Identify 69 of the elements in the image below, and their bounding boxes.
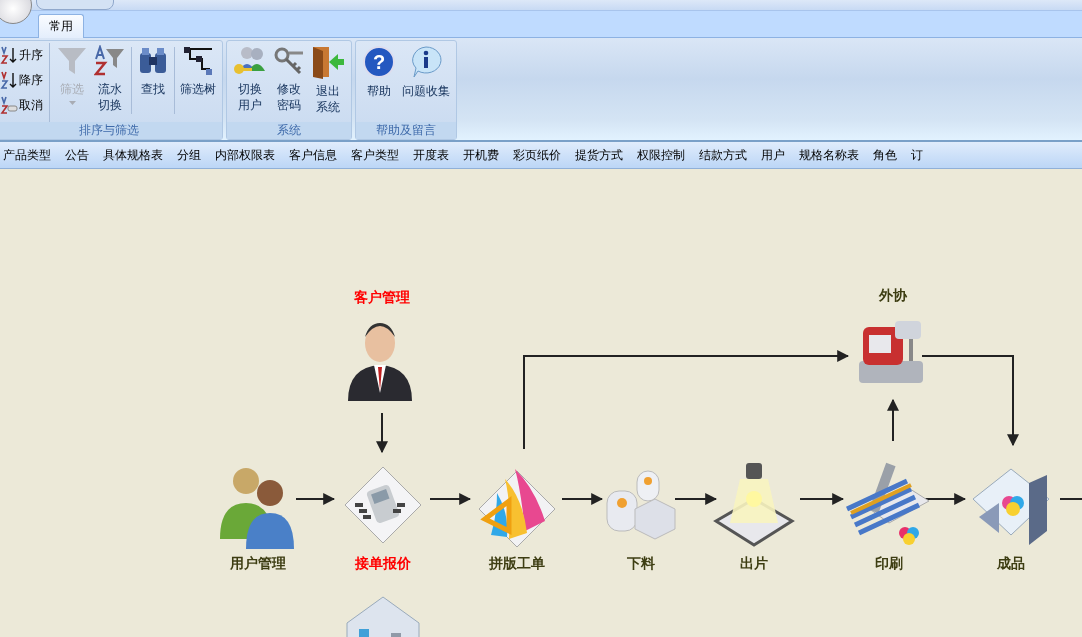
users-key-icon	[233, 45, 267, 77]
group-label: 帮助及留言	[356, 122, 456, 139]
paper-rolls-icon	[606, 470, 676, 540]
flow-arrow	[924, 493, 967, 505]
flow-arrow	[674, 493, 718, 505]
print-product-icon	[972, 468, 1050, 545]
menu-item[interactable]: 开机费	[460, 146, 510, 164]
group-label: 系统	[227, 122, 351, 139]
sort-clear-icon	[0, 96, 18, 114]
keys-icon	[273, 45, 305, 77]
bar-chart-icon	[346, 596, 420, 637]
menu-item[interactable]: 具体规格表	[100, 146, 174, 164]
exit-door-icon	[311, 45, 345, 79]
flow-arrow	[887, 398, 899, 442]
menu-item[interactable]: 客户信息	[286, 146, 348, 164]
layout-tools-icon	[478, 469, 556, 548]
ribbon-button[interactable]: ? 帮助	[359, 43, 399, 122]
node-label[interactable]: 外协	[879, 287, 907, 305]
ribbon-tab[interactable]: 常用	[38, 14, 84, 38]
sewing-machine-icon	[859, 321, 923, 383]
menu-item[interactable]: 提货方式	[572, 146, 634, 164]
flow-line	[1059, 498, 1082, 500]
menu-item[interactable]: 彩页纸价	[510, 146, 572, 164]
menu-item[interactable]: 结款方式	[696, 146, 758, 164]
flow-arrow	[799, 493, 845, 505]
ribbon-button[interactable]: 筛选树	[177, 43, 219, 122]
sort-button[interactable]: 升序	[0, 43, 45, 67]
calculator-icon	[344, 466, 422, 544]
ribbon-button[interactable]: 查找	[134, 43, 172, 122]
menu-item[interactable]: 权限控制	[634, 146, 696, 164]
flow-arrow	[561, 493, 604, 505]
funnel-icon	[56, 45, 88, 77]
tree-icon	[182, 45, 214, 77]
sort-ascending-icon	[0, 46, 18, 64]
node-label[interactable]: 出片	[740, 555, 768, 573]
help-icon: ?	[362, 45, 396, 79]
az-funnel-icon	[94, 45, 126, 77]
menu-item[interactable]: 规格名称表	[796, 146, 870, 164]
ribbon-button[interactable]: 流水 切换	[91, 43, 129, 122]
sort-button[interactable]: 降序	[0, 68, 45, 92]
sort-button[interactable]: 取消	[0, 93, 45, 117]
menu-item[interactable]: 分组	[174, 146, 212, 164]
lamp-light-table-icon	[713, 463, 795, 547]
node-label[interactable]: 成品	[997, 555, 1025, 573]
node-label[interactable]: 用户管理	[230, 555, 286, 573]
node-label[interactable]: 印刷	[875, 555, 903, 573]
menu-item[interactable]: 用户	[758, 146, 796, 164]
group-label: 排序与筛选	[0, 122, 222, 139]
menu-item[interactable]: 开度表	[410, 146, 460, 164]
ribbon-button[interactable]: 修改 密码	[270, 43, 308, 122]
sort-descending-icon	[0, 71, 18, 89]
menu-item[interactable]: 公告	[62, 146, 100, 164]
flow-arrow	[295, 493, 336, 505]
menu-item[interactable]: 产品类型	[0, 146, 62, 164]
businessman-icon	[348, 323, 412, 401]
ribbon-button[interactable]: 退出 系统	[308, 43, 348, 122]
menu-item[interactable]: 订	[908, 146, 934, 164]
menu-item[interactable]: 内部权限表	[212, 146, 286, 164]
flow-arrow	[429, 493, 472, 505]
menu-item[interactable]: 客户类型	[348, 146, 410, 164]
ribbon-button[interactable]: 问题收集	[399, 43, 453, 122]
flow-arrow	[376, 412, 388, 454]
node-label[interactable]: 下料	[627, 555, 655, 573]
node-label[interactable]: 拼版工单	[489, 555, 545, 573]
ribbon-button[interactable]: 切换 用户	[230, 43, 270, 122]
menu-item[interactable]: 角色	[870, 146, 908, 164]
printing-press-icon	[846, 462, 930, 545]
info-icon	[409, 45, 443, 79]
users-icon	[220, 468, 294, 549]
